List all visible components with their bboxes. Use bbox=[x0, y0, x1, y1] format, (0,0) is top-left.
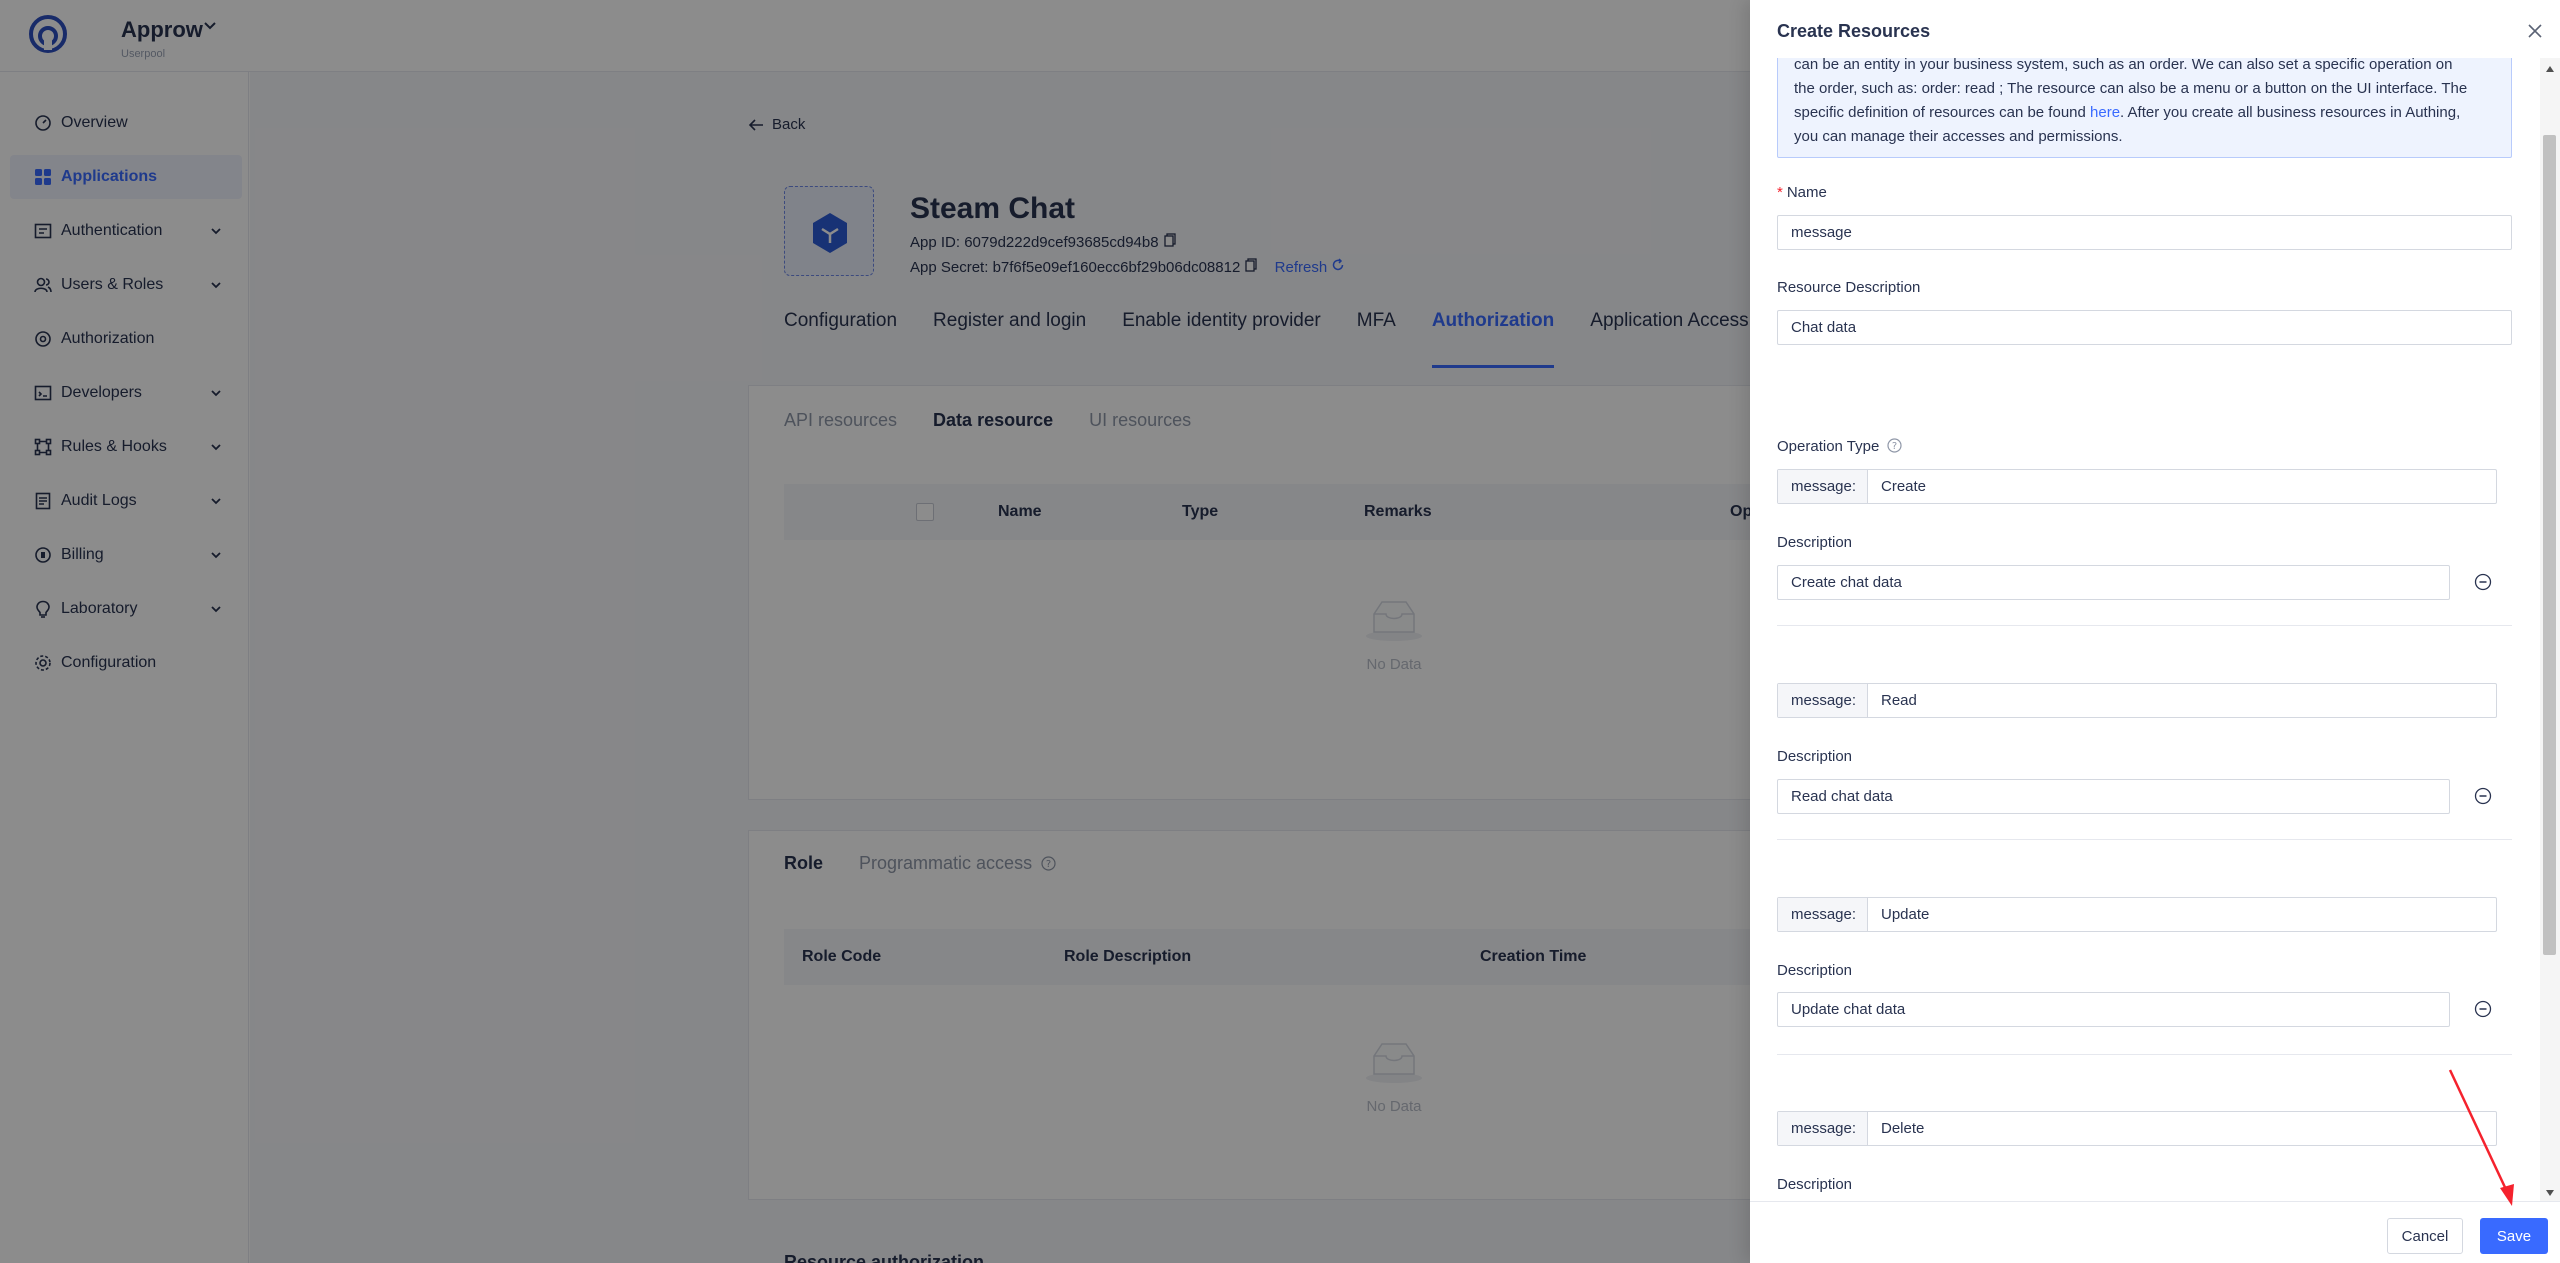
operation-action-value[interactable]: Update bbox=[1868, 898, 2496, 931]
operation-type-label-text: Operation Type bbox=[1777, 438, 1880, 455]
operation-action-input[interactable]: message: Update bbox=[1777, 897, 2497, 932]
required-marker: * bbox=[1777, 184, 1783, 201]
info-text: specific definition of resources can be … bbox=[1794, 104, 2091, 121]
operation-description-label: Description bbox=[1777, 962, 1853, 979]
info-alert: can be an entity in your business system… bbox=[1777, 58, 2512, 158]
name-input[interactable]: message bbox=[1777, 215, 2512, 250]
operation-action-value[interactable]: Create bbox=[1868, 470, 2496, 503]
operation-divider bbox=[1777, 1054, 2512, 1055]
create-resources-drawer: Create Resources can be an entity in you… bbox=[1750, 0, 2560, 1263]
drawer-footer: Cancel Save bbox=[1750, 1201, 2560, 1263]
operation-description-input[interactable]: Create chat data bbox=[1777, 565, 2450, 600]
operation-action-value[interactable]: Delete bbox=[1868, 1112, 2496, 1145]
operation-prefix: message: bbox=[1778, 684, 1868, 717]
cancel-button[interactable]: Cancel bbox=[2387, 1218, 2463, 1254]
info-line: you can manage their accesses and permis… bbox=[1794, 128, 2123, 145]
scrollbar-thumb[interactable] bbox=[2543, 135, 2556, 955]
operation-action-input[interactable]: message: Create bbox=[1777, 469, 2497, 504]
drawer-body: can be an entity in your business system… bbox=[1750, 58, 2540, 1201]
svg-text:?: ? bbox=[1892, 441, 1897, 452]
question-circle-icon[interactable]: ? bbox=[1887, 438, 1903, 453]
scroll-up-arrow-icon[interactable] bbox=[2546, 66, 2554, 72]
name-label-text: Name bbox=[1786, 184, 1827, 201]
drawer-header: Create Resources bbox=[1750, 0, 2560, 58]
operation-description-input[interactable]: Read chat data bbox=[1777, 779, 2450, 814]
operation-action-input[interactable]: message: Read bbox=[1777, 683, 2497, 718]
scroll-down-arrow-icon[interactable] bbox=[2546, 1190, 2554, 1196]
info-line: the order, such as: order: read ; The re… bbox=[1794, 80, 2468, 97]
operation-prefix: message: bbox=[1778, 470, 1868, 503]
info-line: specific definition of resources can be … bbox=[1794, 101, 2495, 125]
info-text: . After you create all business resource… bbox=[2120, 104, 2461, 121]
operation-action-value[interactable]: Read bbox=[1868, 684, 2496, 717]
here-link[interactable]: here bbox=[2090, 104, 2120, 121]
operation-description-label: Description bbox=[1777, 534, 1853, 551]
drawer-title: Create Resources bbox=[1777, 21, 1931, 41]
remove-operation-icon[interactable] bbox=[2474, 1000, 2492, 1018]
operation-prefix: message: bbox=[1778, 898, 1868, 931]
info-line: can be an entity in your business system… bbox=[1794, 58, 2453, 73]
name-label: * Name bbox=[1777, 184, 1827, 201]
save-button[interactable]: Save bbox=[2480, 1218, 2548, 1254]
operation-divider bbox=[1777, 625, 2512, 626]
operation-prefix: message: bbox=[1778, 1112, 1868, 1145]
annotation-arrow-icon bbox=[2448, 1069, 2514, 1206]
operation-description-input[interactable]: Update chat data bbox=[1777, 992, 2450, 1027]
operation-description-label: Description bbox=[1777, 1176, 1853, 1193]
remove-operation-icon[interactable] bbox=[2474, 573, 2492, 591]
operation-action-input[interactable]: message: Delete bbox=[1777, 1111, 2497, 1146]
operation-description-label: Description bbox=[1777, 748, 1853, 765]
operation-type-label: Operation Type ? bbox=[1777, 438, 1903, 455]
resource-description-label: Resource Description bbox=[1777, 279, 1921, 296]
operation-divider bbox=[1777, 839, 2512, 840]
resource-description-input[interactable]: Chat data bbox=[1777, 310, 2512, 345]
close-icon[interactable] bbox=[2526, 22, 2544, 40]
remove-operation-icon[interactable] bbox=[2474, 787, 2492, 805]
